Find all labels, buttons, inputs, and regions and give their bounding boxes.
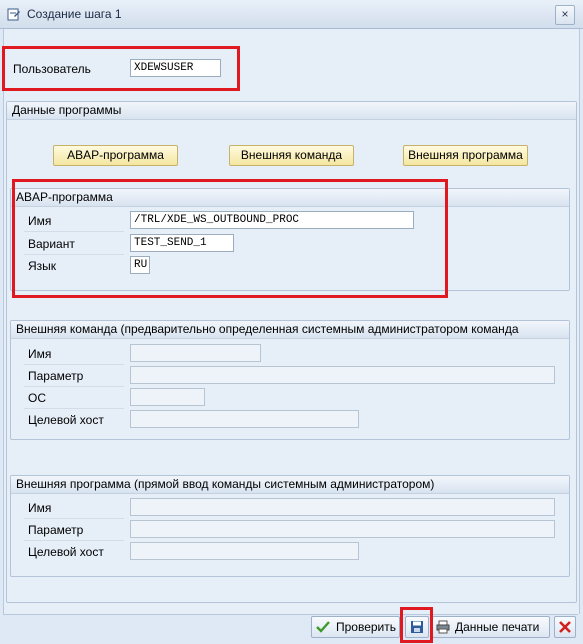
row-divider	[24, 540, 124, 541]
ext-program-name-field[interactable]	[130, 498, 555, 516]
ext-command-os-label: ОС	[28, 391, 46, 405]
row-divider	[24, 518, 124, 519]
ext-command-param-label: Параметр	[28, 369, 84, 383]
row-divider	[24, 408, 124, 409]
ext-program-name-label: Имя	[28, 501, 52, 515]
row-divider	[24, 386, 124, 387]
program-data-header: Данные программы	[7, 102, 576, 120]
row-divider	[24, 364, 124, 365]
ext-command-host-label: Целевой хост	[28, 413, 104, 427]
highlight-abap-group	[12, 179, 448, 298]
close-window-button[interactable]: ×	[555, 5, 575, 25]
ext-command-name-field[interactable]	[130, 344, 261, 362]
check-button-label: Проверить	[336, 620, 397, 634]
ext-command-host-field[interactable]	[130, 410, 359, 428]
external-command-header: Внешняя команда (предварительно определе…	[11, 321, 569, 339]
external-program-button[interactable]: Внешняя программа	[403, 145, 528, 166]
close-icon: ×	[561, 7, 569, 21]
ext-command-param-field[interactable]	[130, 366, 555, 384]
ext-program-param-field[interactable]	[130, 520, 555, 538]
green-check-icon	[316, 621, 330, 633]
external-command-button[interactable]: Внешняя команда	[229, 145, 354, 166]
ext-program-host-field[interactable]	[130, 542, 359, 560]
abap-program-button[interactable]: ABAP-программа	[53, 145, 178, 166]
check-button[interactable]: Проверить	[311, 616, 400, 638]
window-title: Создание шага 1	[27, 7, 122, 21]
red-x-icon	[559, 621, 571, 633]
ext-command-os-field[interactable]	[130, 388, 205, 406]
highlight-user	[2, 46, 240, 91]
title-bar: Создание шага 1 ×	[0, 0, 583, 29]
ext-command-name-label: Имя	[28, 347, 52, 361]
window-edit-icon	[7, 8, 20, 21]
cancel-button[interactable]	[554, 616, 576, 638]
printer-icon	[436, 620, 450, 634]
ext-program-param-label: Параметр	[28, 523, 84, 537]
print-data-button[interactable]: Данные печати	[432, 616, 550, 638]
ext-program-host-label: Целевой хост	[28, 545, 104, 559]
highlight-save-button	[400, 607, 433, 643]
external-program-header: Внешняя программа (прямой ввод команды с…	[11, 476, 569, 494]
print-data-label: Данные печати	[455, 620, 540, 634]
